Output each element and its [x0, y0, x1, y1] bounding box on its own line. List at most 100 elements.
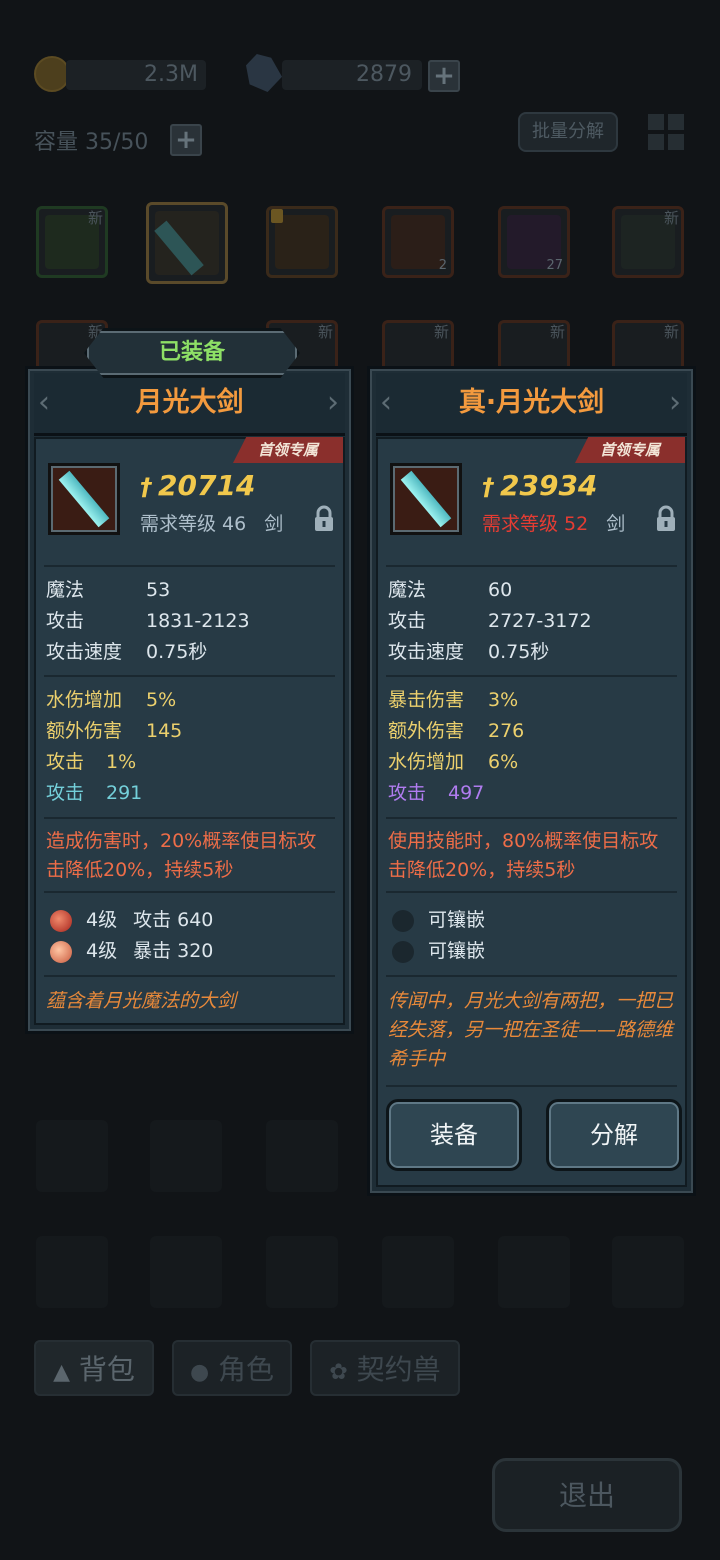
stat-key: 攻击 — [46, 610, 85, 632]
new-badge: 新 — [549, 323, 565, 341]
sword-icon — [58, 470, 110, 528]
tab-pet-label: 契约兽 — [356, 1353, 441, 1386]
gold-coin-icon — [34, 56, 70, 92]
divider — [44, 565, 335, 567]
card-header: ‹ › 月光大剑 — [34, 373, 345, 436]
stat-value: 6% — [488, 751, 519, 773]
batch-decompose-button[interactable]: 批量分解 — [518, 112, 618, 152]
card-body: 首领专属 † 20714 需求等级 46 剑 魔法 53 攻击 1831-2123 攻击… — [34, 437, 345, 1025]
decompose-button[interactable]: 分解 — [546, 1099, 682, 1171]
divider — [386, 817, 677, 819]
stat-value: 5% — [146, 689, 177, 711]
stat-line: 攻击 2727-3172 — [388, 606, 592, 636]
combat-power: † 20714 — [140, 469, 255, 502]
power-icon: † — [140, 473, 152, 501]
stat-value: 3% — [488, 689, 519, 711]
stat-value: 276 — [488, 720, 525, 742]
empty-slot — [612, 1236, 684, 1308]
divider — [44, 817, 335, 819]
capacity-label: 容量 35/50 — [34, 130, 149, 155]
gold-amount: 2.3M — [144, 62, 198, 87]
stat-key: 水伤增加 — [46, 689, 123, 711]
inventory-slot[interactable] — [266, 206, 338, 278]
socket-label: 可镶嵌 — [428, 909, 486, 931]
stat-line: 魔法 53 — [46, 575, 170, 605]
new-badge: 新 — [663, 209, 679, 227]
new-badge: 新 — [663, 323, 679, 341]
empty-socket: 可镶嵌 — [392, 905, 485, 935]
lock-icon[interactable] — [655, 505, 677, 533]
stat-key: 魔法 — [46, 579, 85, 601]
boss-exclusive-ribbon: 首领专属 — [233, 437, 343, 463]
paw-icon: ✿ — [329, 1360, 348, 1385]
stat-key: 攻击 — [46, 751, 85, 773]
bonus-stat-line: 水伤增加 5% — [46, 685, 176, 715]
stat-line: 魔法 60 — [388, 575, 512, 605]
special-effect: 造成伤害时，20%概率使目标攻击降低20%，持续5秒 — [46, 830, 317, 881]
required-level: 需求等级 46 — [140, 513, 247, 535]
candidate-item-card: ‹ › 真·月光大剑 首领专属 † 23934 需求等级 52 剑 魔法 60 攻击 2… — [367, 366, 696, 1196]
requirement-row: 需求等级 52 剑 — [482, 509, 625, 536]
requirement-row: 需求等级 46 剑 — [140, 509, 283, 536]
exit-button[interactable]: 退出 — [492, 1458, 682, 1532]
empty-slot — [498, 1236, 570, 1308]
stat-value: 1831-2123 — [146, 610, 250, 632]
tab-pet[interactable]: ✿ 契约兽 — [310, 1340, 460, 1396]
divider — [386, 891, 677, 893]
bonus-stat-line: 攻击 497 — [388, 778, 484, 808]
expand-capacity-button[interactable]: + — [170, 124, 202, 156]
new-badge: 新 — [433, 323, 449, 341]
stat-key: 攻击 — [388, 610, 427, 632]
empty-slot — [36, 1236, 108, 1308]
special-effect: 使用技能时，80%概率使目标攻击降低20%，持续5秒 — [388, 830, 659, 881]
divider — [386, 675, 677, 677]
divider — [44, 675, 335, 677]
character-icon: ● — [189, 1360, 210, 1385]
empty-slot — [150, 1120, 222, 1192]
equipped-item-card: ‹ › 月光大剑 首领专属 † 20714 需求等级 46 剑 魔法 53 攻击 183… — [25, 366, 354, 1034]
stat-key: 暴击伤害 — [388, 689, 465, 711]
add-crystal-button[interactable]: + — [428, 60, 460, 92]
new-badge: 新 — [87, 209, 103, 227]
stat-line: 攻击速度 0.75秒 — [46, 637, 207, 667]
weapon-type: 剑 — [606, 513, 626, 535]
gem-level: 4级 — [86, 940, 118, 962]
bonus-stat-line: 额外伤害 276 — [388, 716, 524, 746]
empty-slot — [150, 1236, 222, 1308]
gem-socket: 4级 暴击 320 — [50, 936, 213, 966]
divider — [44, 975, 335, 977]
inventory-slot[interactable]: 新 — [612, 206, 684, 278]
empty-slot — [382, 1236, 454, 1308]
equip-button[interactable]: 装备 — [386, 1099, 522, 1171]
crit-gem-icon — [50, 940, 72, 963]
item-count: 27 — [546, 258, 563, 273]
lock-icon[interactable] — [313, 505, 335, 533]
stat-line: 攻击 1831-2123 — [46, 606, 250, 636]
stat-key: 攻击速度 — [46, 641, 123, 663]
grid-view-icon[interactable] — [648, 114, 684, 150]
stat-line: 攻击速度 0.75秒 — [388, 637, 549, 667]
divider — [386, 1085, 677, 1087]
backpack-icon: ▲ — [53, 1360, 70, 1385]
empty-socket-icon — [392, 909, 414, 932]
bonus-stat-line: 暴击伤害 3% — [388, 685, 518, 715]
stat-value: 291 — [106, 782, 143, 804]
inventory-slot-selected[interactable] — [146, 202, 228, 284]
required-level: 需求等级 52 — [482, 513, 589, 535]
inventory-slot[interactable]: 新 — [36, 206, 108, 278]
crystal-icon — [246, 54, 282, 92]
inventory-slot[interactable]: 2 — [382, 206, 454, 278]
item-name: 月光大剑 — [135, 387, 244, 418]
flavor-text: 传闻中，月光大剑有两把，一把已经失落，另一把在圣徒——路德维希手中 — [388, 990, 674, 1070]
stat-key: 水伤增加 — [388, 751, 465, 773]
stat-value: 0.75秒 — [146, 641, 208, 663]
stat-value: 0.75秒 — [488, 641, 550, 663]
inventory-slot[interactable]: 27 — [498, 206, 570, 278]
divider — [44, 891, 335, 893]
power-icon: † — [482, 473, 494, 501]
tab-backpack[interactable]: ▲ 背包 — [34, 1340, 154, 1396]
gem-level: 4级 — [86, 909, 118, 931]
gem-stat: 攻击 640 — [133, 909, 214, 931]
tab-character[interactable]: ● 角色 — [172, 1340, 292, 1396]
empty-slot — [36, 1120, 108, 1192]
